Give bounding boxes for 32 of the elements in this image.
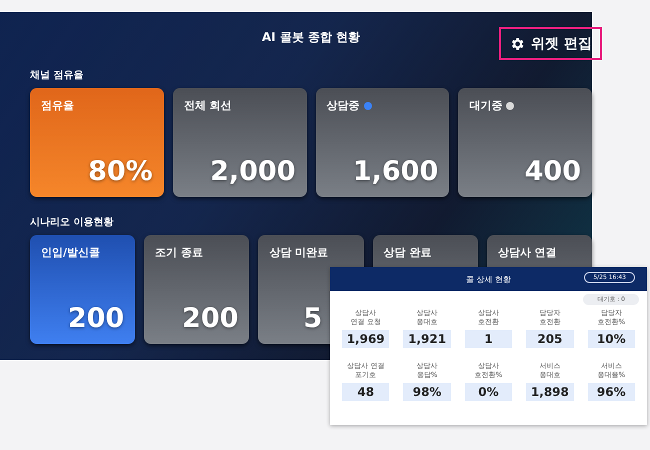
card-value: 400 [524, 156, 581, 187]
card-label: 상담 미완료 [269, 245, 328, 260]
settings-icon [509, 36, 526, 52]
section-title: 시나리오 이용현황 [30, 216, 114, 229]
stat-value: 10% [588, 330, 635, 348]
stat-value: 96% [588, 382, 635, 401]
card-label: 상담중 [326, 98, 360, 113]
stat-value: 1,969 [342, 330, 390, 348]
card-label: 대기중 [469, 98, 502, 113]
section-title: 채널 점유율 [30, 69, 84, 82]
card-value: 80% [87, 156, 153, 187]
stat-value: 98% [403, 382, 451, 401]
stat-value: 0% [464, 382, 512, 401]
stat-value: 205 [526, 330, 574, 348]
panel-title: 콜 상세 현황 [466, 274, 512, 284]
stat-value: 1,921 [403, 330, 451, 348]
card-value: 200 [66, 303, 124, 334]
stat-value: 1,898 [526, 382, 574, 401]
card-value: 5 [302, 303, 324, 334]
card-value: 200 [181, 303, 238, 334]
stat-value: 1 [464, 330, 512, 348]
dashboard-title: AI 콜봇 종합 현황 [262, 28, 360, 46]
card-value: 1,600 [352, 156, 438, 187]
card-label: 인입/발신콜 [41, 245, 100, 260]
edit-widget-button[interactable]: 위젯 편집 [499, 27, 602, 60]
card-label: 상담 완료 [384, 245, 432, 260]
card-label: 상담사 연결 [498, 245, 557, 260]
card-label: 조기 종료 [155, 245, 204, 260]
card-label: 점유율 [41, 98, 74, 113]
card-value: 2,000 [209, 156, 296, 187]
card-label: 전체 회선 [184, 98, 232, 113]
stat-value: 48 [342, 382, 390, 401]
